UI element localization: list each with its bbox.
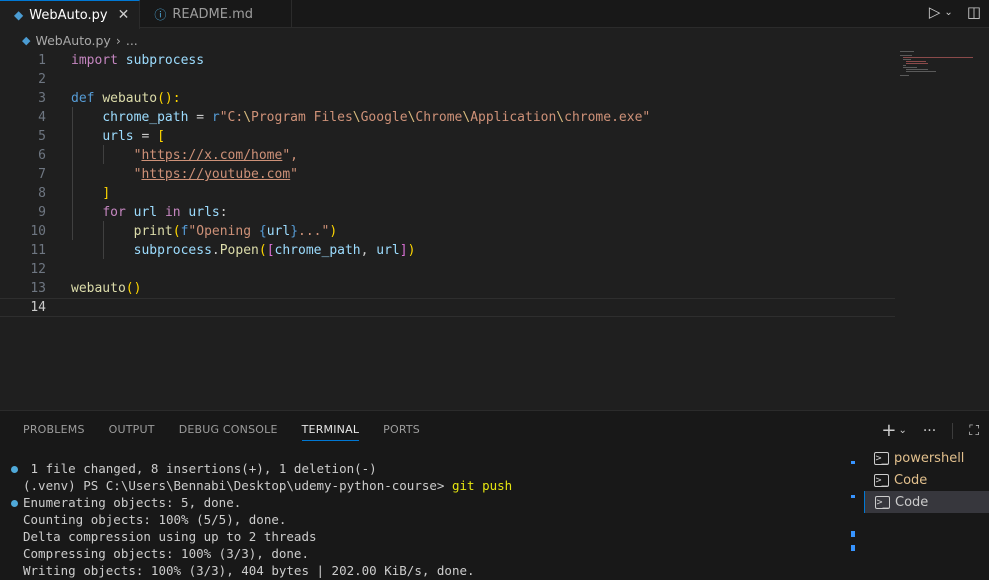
terminal-item-code-active[interactable]: >_ Code [864,491,989,513]
code-line: 3 def webauto(): [0,89,895,108]
minimap-line [906,71,936,72]
split-editor-icon[interactable]: ◫ [967,3,981,23]
bottom-panel: PROBLEMS OUTPUT DEBUG CONSOLE TERMINAL P… [0,410,989,580]
code-line: 1 import subprocess [0,51,895,70]
terminal-line: Counting objects: 100% (5/5), done. [23,512,287,527]
line-number: 9 [38,205,46,220]
tab-debug-console[interactable]: DEBUG CONSOLE [179,423,278,441]
terminal-line: Delta compression using up to 2 threads [23,529,317,544]
terminal-line: 1 file changed, 8 insertions(+), 1 delet… [23,461,377,476]
minimap-line [903,57,973,58]
breadcrumb-more[interactable]: ... [126,33,138,48]
divider [952,422,954,439]
line-number: 7 [38,167,46,182]
maximize-panel-icon[interactable]: ⛶ [969,423,979,439]
scroll-marker [851,495,855,498]
line-number: 14 [30,300,46,315]
line-number: 13 [30,281,46,296]
minimap-line [903,65,906,66]
panel-actions: + ⌄ ··· ⛶ [881,420,979,441]
code-line: 11 subprocess.Popen([chrome_path, url]) [0,241,895,260]
line-number: 2 [38,72,46,87]
command-decoration-icon[interactable] [11,466,18,473]
minimap-line [906,63,928,64]
close-icon[interactable]: ✕ [118,7,130,23]
terminal-line: Enumerating objects: 5, done. [23,495,242,510]
breadcrumb: ◆ WebAuto.py › ... [22,31,138,49]
terminal-line: Compressing objects: 100% (3/3), done. [23,546,309,561]
line-number: 3 [38,91,46,106]
minimap-line [906,61,926,62]
code-line: 8 ] [0,184,895,203]
minimap-line [903,59,911,60]
tab-output[interactable]: OUTPUT [109,423,155,441]
line-number: 5 [38,129,46,144]
minimap[interactable] [898,50,988,90]
scroll-marker [851,531,855,537]
code-line: 4 chrome_path = r"C:\Program Files\Googl… [0,108,895,127]
tab-readme-md[interactable]: ⓘ README.md [140,0,292,28]
terminal-icon: >_ [874,451,889,465]
terminal-item-code[interactable]: >_ Code [864,469,989,491]
minimap-line [903,67,917,68]
line-number: 6 [38,148,46,163]
code-line: 9 for url in urls: [0,203,895,222]
minimap-line [906,69,928,70]
terminal-line: (.venv) PS C:\Users\Bennabi\Desktop\udem… [23,478,513,493]
terminal-icon: >_ [874,473,889,487]
tab-label: README.md [172,6,253,22]
line-number: 1 [38,53,46,68]
terminal-item-label: powershell [894,450,965,466]
current-code-line[interactable]: 14 [0,298,895,317]
terminal-icon: >_ [875,495,890,509]
info-icon: ⓘ [154,7,167,22]
tab-label: WebAuto.py [29,7,108,23]
tab-webauto-py[interactable]: ◆ WebAuto.py ✕ [0,0,141,29]
code-line: 5 urls = [ [0,127,895,146]
code-line: 6 "https://x.com/home", [0,146,895,165]
breadcrumb-file[interactable]: WebAuto.py [35,33,110,48]
terminal-command: git push [451,478,513,493]
terminal-item-label: Code [895,494,929,510]
code-line: 13 webauto() [0,279,895,298]
scroll-marker [851,461,855,464]
chevron-down-icon[interactable]: ⌄ [944,3,952,23]
chevron-right-icon: › [115,32,121,48]
minimap-line [900,51,914,52]
terminal-item-label: Code [894,472,928,488]
code-editor[interactable]: 1 import subprocess 2 3 def webauto(): 4… [0,50,895,408]
tab-ports[interactable]: PORTS [383,423,420,441]
new-terminal-icon[interactable]: + [881,420,896,441]
python-file-icon: ◆ [22,33,31,47]
terminal-list: >_ powershell >_ Code >_ Code [864,447,989,513]
run-icon[interactable]: ▷ [929,3,941,23]
minimap-line [900,55,912,56]
code-line: 12 [0,260,895,279]
line-number: 8 [38,186,46,201]
code-line: 7 "https://youtube.com" [0,165,895,184]
command-decoration-icon[interactable] [11,500,18,507]
code-line: 10 print(f"Opening {url}...") [0,222,895,241]
python-file-icon: ◆ [14,8,24,22]
panel-tabs: PROBLEMS OUTPUT DEBUG CONSOLE TERMINAL P… [23,423,420,441]
terminal-item-powershell[interactable]: >_ powershell [864,447,989,469]
terminal-output[interactable]: 1 file changed, 8 insertions(+), 1 delet… [0,459,850,580]
line-number: 12 [30,262,46,277]
line-number: 4 [38,110,46,125]
terminal-scrollbar[interactable] [851,457,855,580]
tab-problems[interactable]: PROBLEMS [23,423,85,441]
editor-tab-bar: ◆ WebAuto.py ✕ ⓘ README.md [0,0,989,29]
code-line: 2 [0,70,895,89]
minimap-line [900,75,909,76]
line-number: 11 [30,243,46,258]
editor-actions: ▷ ⌄ ◫ [929,3,981,23]
tab-terminal[interactable]: TERMINAL [301,423,360,441]
line-number: 10 [30,224,46,239]
more-actions-icon[interactable]: ··· [923,423,936,439]
terminal-line: Writing objects: 100% (3/3), 404 bytes |… [23,563,475,578]
chevron-down-icon[interactable]: ⌄ [898,425,906,436]
scroll-marker [851,545,855,551]
